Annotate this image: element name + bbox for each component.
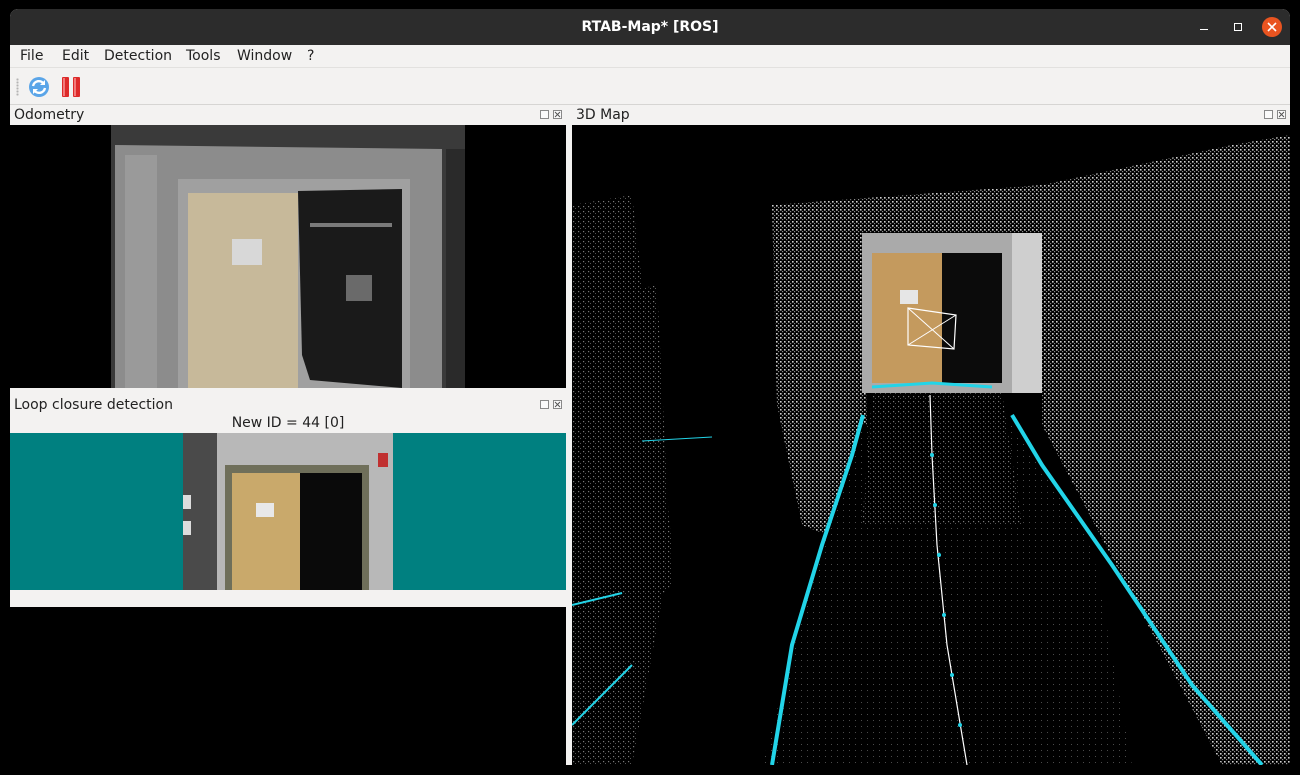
minimize-icon [1200, 28, 1208, 30]
empty-dock-area [10, 607, 566, 765]
map-title: 3D Map [576, 107, 630, 123]
odometry-view[interactable] [10, 125, 566, 388]
title-bar: RTAB-Map* [ROS] [10, 9, 1290, 45]
float-icon[interactable] [1264, 110, 1273, 119]
close-dock-icon[interactable] [553, 110, 562, 119]
minimize-button[interactable] [1194, 17, 1214, 37]
close-icon [1267, 22, 1277, 32]
pause-icon [62, 77, 80, 97]
odometry-dock-title: Odometry [10, 105, 566, 125]
odometry-title: Odometry [14, 107, 85, 123]
refresh-icon [29, 77, 49, 97]
pause-button[interactable] [60, 76, 82, 98]
toolbar-grip[interactable] [16, 78, 19, 96]
main-window: RTAB-Map* [ROS] File Edit Detection Tool… [10, 9, 1290, 765]
menu-detection[interactable]: Detection [101, 45, 175, 67]
point-cloud [572, 135, 1290, 765]
menu-help[interactable]: ? [304, 45, 317, 67]
odometry-image [111, 125, 465, 388]
maximize-button[interactable] [1228, 17, 1248, 37]
loop-closure-image [183, 433, 393, 590]
loop-title: Loop closure detection [14, 397, 173, 413]
map-3d-view[interactable] [572, 125, 1290, 765]
new-id-label: New ID = 44 [0] [231, 415, 345, 431]
close-dock-icon[interactable] [1277, 110, 1286, 119]
loop-dock-title: Loop closure detection [10, 395, 566, 415]
map-dock-title: 3D Map [572, 105, 1290, 125]
loop-closure-view[interactable] [10, 433, 566, 590]
window-title: RTAB-Map* [ROS] [581, 19, 719, 35]
menu-file[interactable]: File [17, 45, 46, 67]
maximize-icon [1234, 23, 1242, 31]
float-icon[interactable] [540, 400, 549, 409]
close-dock-icon[interactable] [553, 400, 562, 409]
menu-tools[interactable]: Tools [183, 45, 224, 67]
close-button[interactable] [1262, 17, 1282, 37]
menu-window[interactable]: Window [234, 45, 295, 67]
menu-edit[interactable]: Edit [59, 45, 92, 67]
toolbar [10, 67, 1290, 105]
float-icon[interactable] [540, 110, 549, 119]
refresh-button[interactable] [28, 76, 50, 98]
menu-bar: File Edit Detection Tools Window ? [10, 45, 1290, 67]
